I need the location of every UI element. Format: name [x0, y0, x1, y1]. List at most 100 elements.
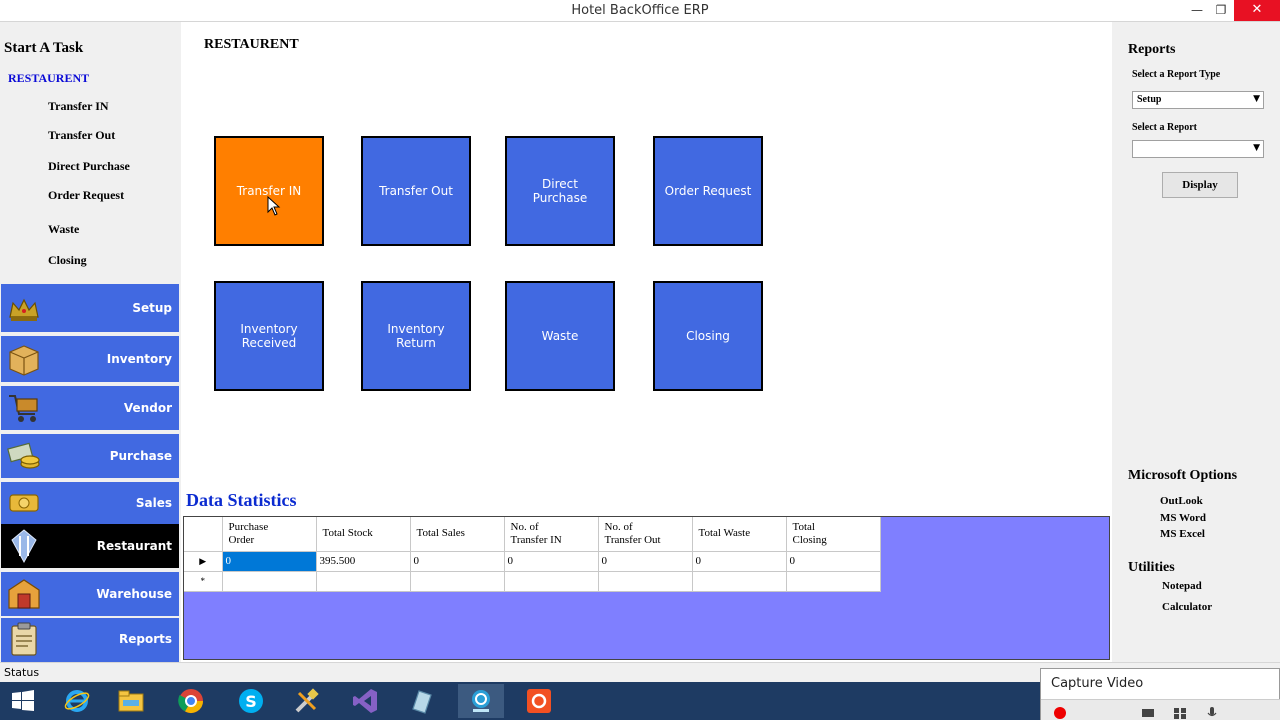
sql-icon[interactable] — [398, 684, 444, 718]
window-title: Hotel BackOffice ERP — [571, 3, 709, 18]
new-cell[interactable] — [692, 571, 787, 592]
report-type-value: Setup — [1137, 94, 1162, 105]
task-transfer-out[interactable]: Transfer Out — [48, 128, 115, 143]
report-type-select[interactable]: Setup ▼ — [1132, 91, 1264, 109]
nav-vendor[interactable]: Vendor — [1, 386, 179, 432]
capture-studio-icon[interactable] — [458, 684, 504, 718]
tile-inventory-return[interactable]: Inventory Return — [361, 281, 471, 391]
new-cell[interactable] — [222, 571, 317, 592]
column-total-closing[interactable]: Total Closing — [786, 517, 881, 552]
grid-corner-cell — [184, 517, 223, 552]
file-explorer-icon[interactable] — [108, 684, 154, 718]
module-nav: Setup Inventory Vendor Purchase Sales Re… — [0, 284, 180, 662]
cell-total-closing[interactable]: 0 — [786, 551, 881, 572]
task-transfer-in[interactable]: Transfer IN — [48, 99, 109, 114]
column-total-waste[interactable]: Total Waste — [692, 517, 787, 552]
mouse-cursor-icon — [267, 196, 281, 216]
current-row-marker[interactable]: ▶ — [184, 551, 223, 572]
clipboard-icon — [11, 622, 37, 656]
new-cell[interactable] — [316, 571, 411, 592]
grid-icon[interactable] — [1173, 706, 1187, 720]
microsoft-options-title: Microsoft Options — [1128, 468, 1238, 483]
nav-restaurant[interactable]: Restaurant — [1, 524, 179, 570]
capture-video-title: Capture Video — [1051, 676, 1144, 691]
new-cell[interactable] — [598, 571, 693, 592]
nav-purchase-label: Purchase — [109, 449, 172, 463]
nav-reports[interactable]: Reports — [1, 618, 179, 662]
nav-sales[interactable]: Sales — [1, 482, 179, 526]
new-row-marker[interactable]: * — [184, 571, 223, 592]
tools-icon[interactable] — [284, 684, 330, 718]
statistics-grid[interactable]: Purchase Order Total Stock Total Sales N… — [183, 516, 1110, 660]
cell-transfer-in[interactable]: 0 — [504, 551, 599, 572]
cell-total-waste[interactable]: 0 — [692, 551, 787, 572]
data-statistics-title: Data Statistics — [186, 490, 297, 510]
column-total-sales[interactable]: Total Sales — [410, 517, 505, 552]
new-row[interactable]: * — [184, 571, 881, 592]
task-closing[interactable]: Closing — [48, 253, 87, 268]
utilities-title: Utilities — [1128, 560, 1175, 575]
task-order-request[interactable]: Order Request — [48, 188, 124, 203]
tile-direct-purchase[interactable]: Direct Purchase — [505, 136, 615, 246]
nav-warehouse[interactable]: Warehouse — [1, 572, 179, 618]
cell-total-stock[interactable]: 395.500 — [316, 551, 411, 572]
nav-setup[interactable]: Setup — [1, 284, 179, 334]
utility-notepad[interactable]: Notepad — [1162, 580, 1202, 592]
task-waste[interactable]: Waste — [48, 222, 79, 237]
chrome-icon[interactable] — [168, 684, 214, 718]
nav-setup-label: Setup — [132, 301, 172, 315]
record-icon[interactable] — [1053, 706, 1067, 720]
microphone-icon[interactable] — [1205, 706, 1219, 720]
reports-title: Reports — [1128, 42, 1176, 57]
internet-explorer-icon[interactable] — [54, 684, 100, 718]
report-select[interactable]: ▼ — [1132, 140, 1264, 158]
page-title: RESTAURENT — [204, 37, 299, 52]
status-text: Status — [4, 666, 40, 679]
close-button[interactable]: ✕ — [1234, 0, 1280, 21]
cell-purchase-order[interactable]: 0 — [222, 551, 317, 572]
skype-icon[interactable]: S — [228, 684, 274, 718]
option-ms-word[interactable]: MS Word — [1160, 512, 1206, 524]
column-transfer-in[interactable]: No. of Transfer IN — [504, 517, 599, 552]
table-row[interactable]: ▶ 0 395.500 0 0 0 0 0 — [184, 551, 881, 572]
task-direct-purchase[interactable]: Direct Purchase — [48, 159, 130, 174]
column-total-stock[interactable]: Total Stock — [316, 517, 411, 552]
stop-icon[interactable] — [1141, 706, 1155, 720]
nav-sales-label: Sales — [135, 496, 172, 510]
tile-transfer-out[interactable]: Transfer Out — [361, 136, 471, 246]
tile-waste[interactable]: Waste — [505, 281, 615, 391]
new-cell[interactable] — [504, 571, 599, 592]
visual-studio-icon[interactable] — [342, 684, 388, 718]
report-type-label: Select a Report Type — [1132, 69, 1221, 80]
column-purchase-order[interactable]: Purchase Order — [222, 517, 317, 552]
new-cell[interactable] — [410, 571, 505, 592]
chevron-down-icon: ▼ — [1253, 94, 1260, 104]
nav-inventory-label: Inventory — [106, 352, 172, 366]
capture-controls — [1041, 699, 1280, 720]
nav-inventory[interactable]: Inventory — [1, 336, 179, 384]
tile-closing[interactable]: Closing — [653, 281, 763, 391]
nav-warehouse-label: Warehouse — [96, 587, 172, 601]
nav-purchase[interactable]: Purchase — [1, 434, 179, 480]
task-panel-heading: Start A Task — [4, 40, 84, 56]
restore-button[interactable]: ❐ — [1206, 0, 1236, 21]
coins-icon — [9, 494, 39, 512]
option-outlook[interactable]: OutLook — [1160, 495, 1203, 507]
capture-video-window[interactable]: Capture Video — [1040, 668, 1280, 720]
warehouse-icon — [8, 579, 40, 609]
money-icon — [7, 442, 40, 469]
cell-transfer-out[interactable]: 0 — [598, 551, 693, 572]
utility-calculator[interactable]: Calculator — [1162, 601, 1212, 613]
new-cell[interactable] — [786, 571, 881, 592]
recorder-icon[interactable] — [516, 684, 562, 718]
nav-restaurant-label: Restaurant — [96, 539, 172, 553]
column-transfer-out[interactable]: No. of Transfer Out — [598, 517, 693, 552]
windows-start-icon[interactable] — [0, 684, 46, 718]
option-ms-excel[interactable]: MS Excel — [1160, 528, 1205, 540]
cell-total-sales[interactable]: 0 — [410, 551, 505, 572]
display-button[interactable]: Display — [1162, 172, 1238, 198]
tile-order-request[interactable]: Order Request — [653, 136, 763, 246]
tile-inventory-received[interactable]: Inventory Received — [214, 281, 324, 391]
tile-transfer-in[interactable]: Transfer IN — [214, 136, 324, 246]
statistics-table: Purchase Order Total Stock Total Sales N… — [184, 517, 881, 592]
